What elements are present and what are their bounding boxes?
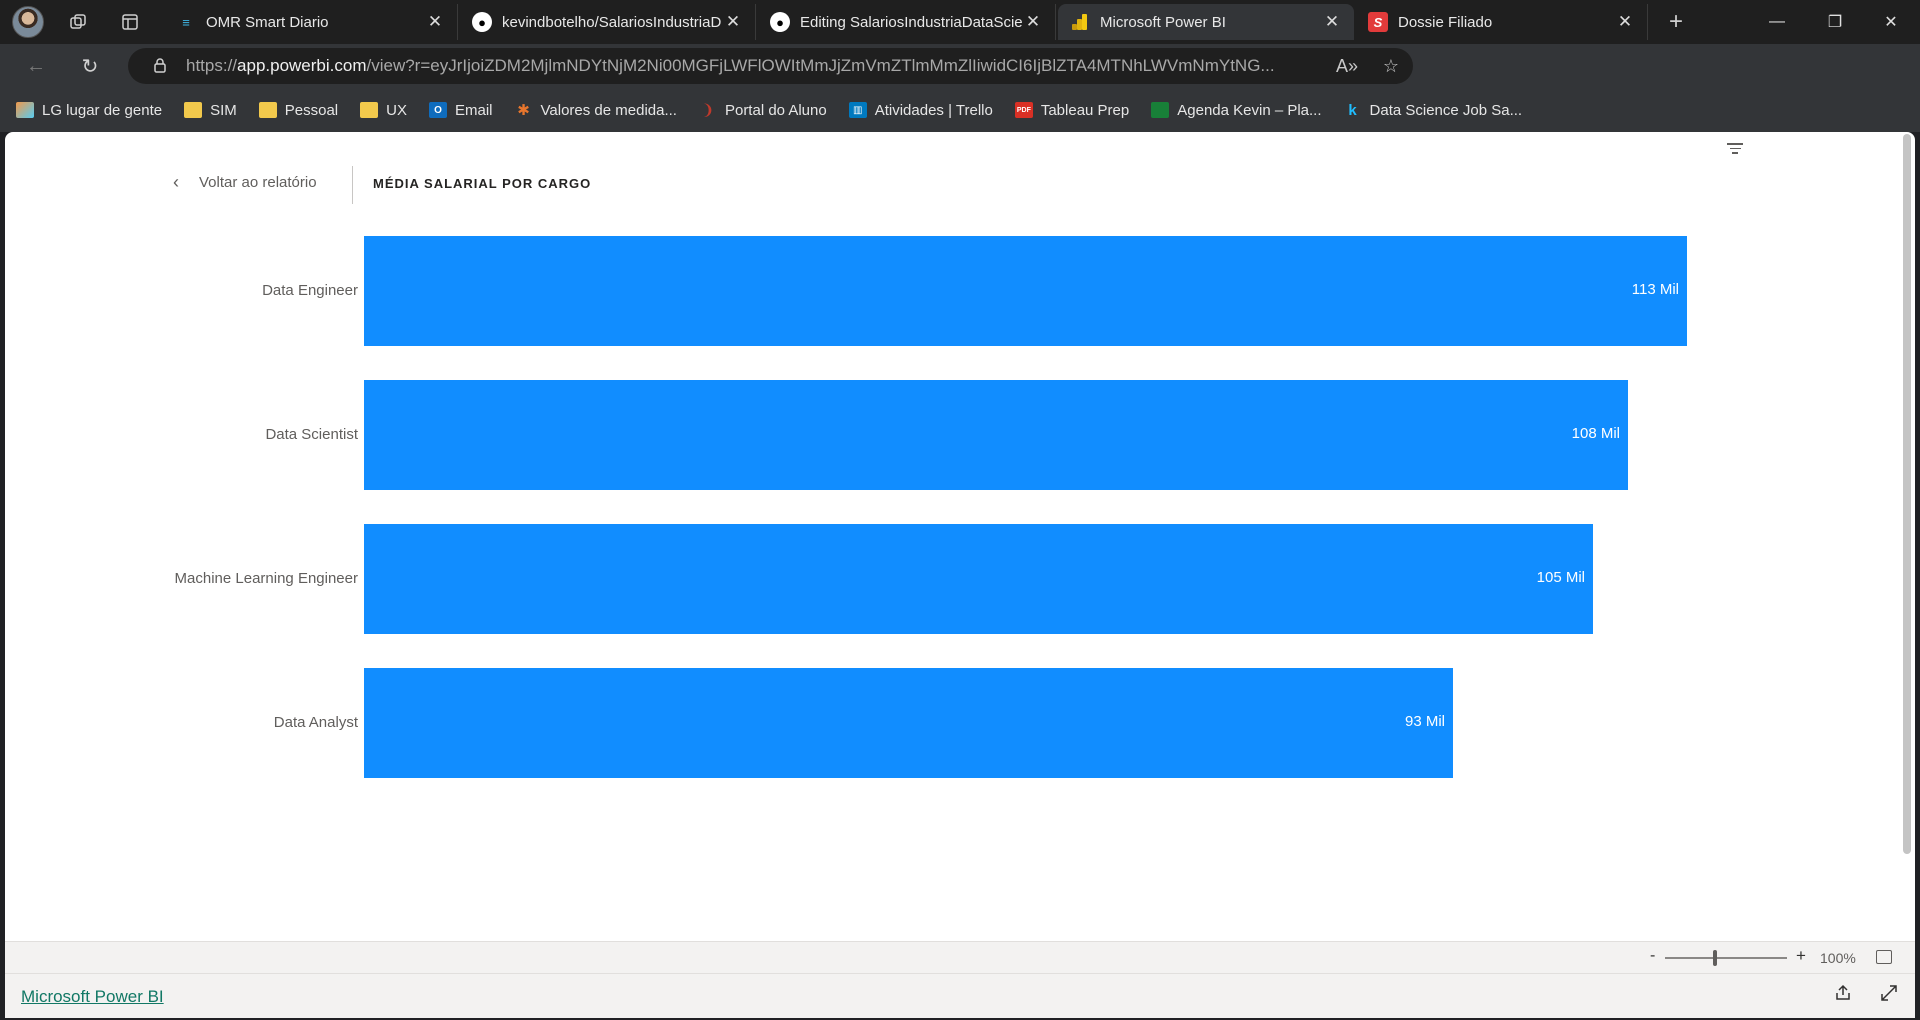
bookmark-item[interactable]: PDF Tableau Prep xyxy=(1014,101,1130,119)
close-icon[interactable]: ✕ xyxy=(1615,12,1635,32)
github-icon: ● xyxy=(472,12,492,32)
portal-icon: ❩ xyxy=(701,102,715,119)
fit-to-page-icon[interactable] xyxy=(1876,950,1892,964)
data-label: 105 Mil xyxy=(1536,569,1585,586)
zoom-level: 100% xyxy=(1820,950,1856,966)
tableau-icon: ✱ xyxy=(517,102,530,119)
bookmark-item[interactable]: k Data Science Job Sa... xyxy=(1344,101,1523,119)
bookmark-label: Valores de medida... xyxy=(540,101,677,119)
bookmark-label: Data Science Job Sa... xyxy=(1369,101,1523,119)
vertical-scrollbar[interactable] xyxy=(1903,134,1911,854)
profile-avatar[interactable] xyxy=(12,6,44,38)
tab-title: Dossie Filiado xyxy=(1398,13,1493,31)
category-label: Data Scientist xyxy=(265,426,358,443)
browser-tab[interactable]: S Dossie Filiado ✕ xyxy=(1356,4,1648,40)
restore-icon[interactable]: ❐ xyxy=(1806,0,1864,44)
read-aloud-icon[interactable]: A» xyxy=(1325,56,1369,77)
category-label: Machine Learning Engineer xyxy=(174,570,358,587)
powerbi-brand-link[interactable]: Microsoft Power BI xyxy=(21,987,164,1007)
bar[interactable] xyxy=(364,380,1628,490)
tab-title: Microsoft Power BI xyxy=(1100,13,1226,31)
bar-chart: Data Engineer 113 Mil Data Scientist 108 Mi… xyxy=(5,132,1915,942)
window-close-icon[interactable]: ✕ xyxy=(1862,0,1920,44)
zoom-slider[interactable] xyxy=(1665,950,1787,966)
minimize-icon[interactable]: — xyxy=(1748,0,1806,44)
bookmark-label: Tableau Prep xyxy=(1040,101,1130,119)
bookmark-item[interactable]: ❩ Portal do Aluno xyxy=(699,101,827,120)
data-label: 113 Mil xyxy=(1631,281,1679,298)
category-label: Data Analyst xyxy=(273,714,358,731)
folder-icon xyxy=(258,102,277,118)
browser-tab[interactable]: ● kevindbotelho/SalariosIndustriaD ✕ xyxy=(460,4,756,40)
folder-icon xyxy=(184,102,203,118)
bookmark-label: Atividades | Trello xyxy=(874,101,993,119)
url-text: https://app.powerbi.com/view?r=eyJrIjoiZ… xyxy=(186,56,1275,75)
bar[interactable] xyxy=(364,668,1453,778)
zoom-slider-thumb[interactable] xyxy=(1713,950,1717,966)
bookmark-label: Pessoal xyxy=(284,101,339,119)
bookmark-label: Portal do Aluno xyxy=(724,101,827,119)
address-bar[interactable]: https://app.powerbi.com/view?r=eyJrIjoiZ… xyxy=(128,48,1413,84)
tab-strip: ≡ OMR Smart Diario ✕ ● kevindbotelho/Sal… xyxy=(0,0,1920,44)
github-icon: ● xyxy=(770,12,790,32)
workspaces-icon[interactable] xyxy=(58,2,98,42)
bookmark-label: Email xyxy=(454,101,493,119)
address-row: ← ↻ https://app.powerbi.com/view?r=eyJrI… xyxy=(0,44,1920,122)
bookmark-item[interactable]: UX xyxy=(360,102,407,119)
pdf-icon: PDF xyxy=(1014,102,1033,118)
tab-title: Editing SalariosIndustriaDataScier xyxy=(800,13,1023,31)
bookmark-item[interactable]: O Email xyxy=(428,101,493,119)
outlook-icon: O xyxy=(428,102,447,118)
bar[interactable] xyxy=(364,236,1687,346)
tab-actions-icon[interactable] xyxy=(110,2,150,42)
powerbi-footer: Microsoft Power BI xyxy=(5,973,1915,1018)
browser-tab[interactable]: ● Editing SalariosIndustriaDataScier ✕ xyxy=(758,4,1056,40)
close-icon[interactable]: ✕ xyxy=(1023,12,1043,32)
data-label: 108 Mil xyxy=(1571,425,1620,442)
zoom-bar: - + 100% xyxy=(5,941,1915,973)
new-tab-icon[interactable]: + xyxy=(1656,2,1696,42)
omr-icon: ≡ xyxy=(182,14,190,30)
close-icon[interactable]: ✕ xyxy=(1322,12,1342,32)
bookmark-item[interactable]: ✱ Valores de medida... xyxy=(515,101,677,120)
bookmark-item[interactable]: Agenda Kevin – Pla... xyxy=(1151,101,1322,119)
fullscreen-icon[interactable] xyxy=(1877,984,1901,1008)
bookmark-item[interactable]: SIM xyxy=(184,102,237,119)
s-icon: S xyxy=(1368,12,1388,32)
favorite-star-icon[interactable]: ☆ xyxy=(1369,56,1413,77)
zoom-in-button[interactable]: + xyxy=(1796,946,1806,966)
close-icon[interactable]: ✕ xyxy=(425,12,445,32)
powerbi-icon xyxy=(1070,12,1090,32)
category-label: Data Engineer xyxy=(262,282,358,299)
close-icon[interactable]: ✕ xyxy=(723,12,743,32)
bookmark-item[interactable]: LG lugar de gente xyxy=(16,102,162,119)
tab-title: OMR Smart Diario xyxy=(206,13,329,31)
sheet-icon xyxy=(1151,102,1170,118)
lg-icon xyxy=(16,102,34,118)
zoom-out-button[interactable]: - xyxy=(1650,947,1655,965)
bookmark-item[interactable]: ▥ Atividades | Trello xyxy=(848,101,993,119)
powerbi-page: ‹ Voltar ao relatório MÉDIA SALARIAL POR… xyxy=(5,132,1915,1018)
back-icon[interactable]: ← xyxy=(14,46,58,86)
share-icon[interactable] xyxy=(1831,984,1855,1008)
tab-title: kevindbotelho/SalariosIndustriaD xyxy=(502,13,722,31)
browser-tab-active[interactable]: Microsoft Power BI ✕ xyxy=(1058,4,1354,40)
bookmark-label: UX xyxy=(386,101,407,119)
bookmarks-bar: LG lugar de gente SIM Pessoal UX O Email … xyxy=(0,88,1920,132)
bookmark-label: Agenda Kevin – Pla... xyxy=(1177,101,1322,119)
trello-icon: ▥ xyxy=(848,102,867,118)
bar[interactable] xyxy=(364,524,1593,634)
bookmark-label: LG lugar de gente xyxy=(42,101,163,119)
browser-tab[interactable]: ≡ OMR Smart Diario ✕ xyxy=(164,4,458,40)
kaggle-icon: k xyxy=(1348,101,1357,119)
refresh-icon[interactable]: ↻ xyxy=(68,46,112,86)
lock-icon xyxy=(142,57,178,76)
bookmark-item[interactable]: Pessoal xyxy=(258,101,339,119)
bookmark-label: SIM xyxy=(210,101,237,119)
data-label: 93 Mil xyxy=(1404,713,1445,730)
folder-icon xyxy=(360,102,379,118)
